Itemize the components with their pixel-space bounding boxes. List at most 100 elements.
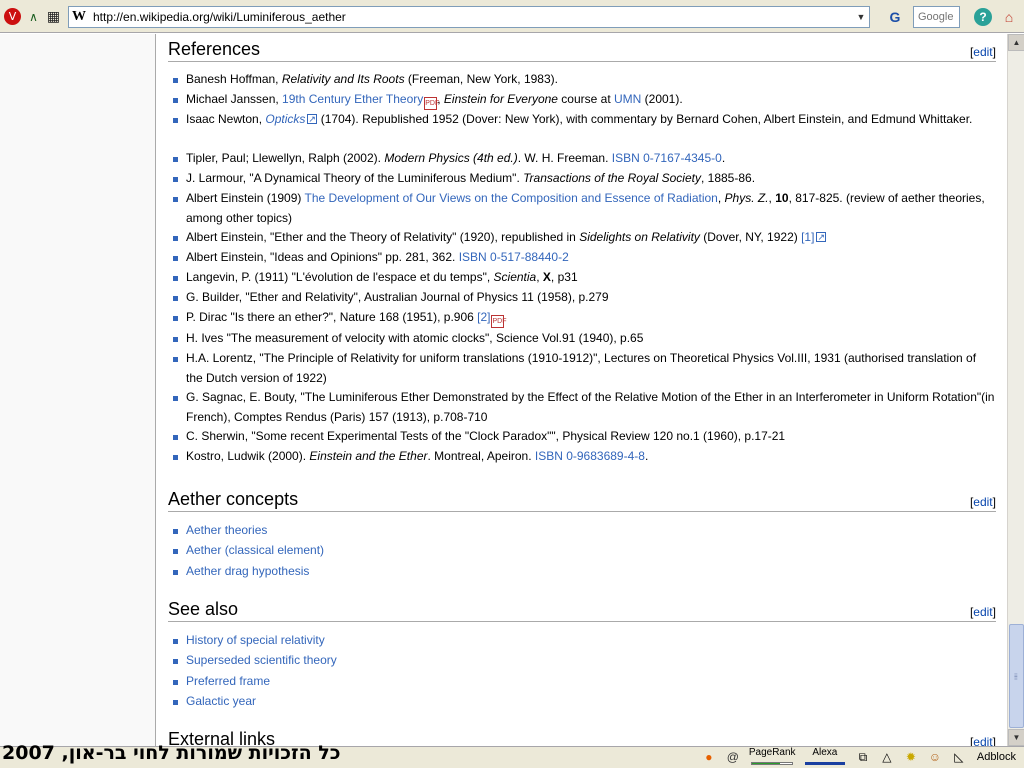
section-title: References	[168, 39, 261, 59]
at-sign-icon[interactable]: @	[724, 749, 742, 765]
pages-icon[interactable]: ⧉	[854, 749, 872, 765]
grid-icon[interactable]: ▦	[45, 8, 62, 25]
reference-link[interactable]: ISBN 0-9683689-4-8	[535, 449, 645, 463]
chevron-down-icon[interactable]: ▼	[853, 7, 869, 27]
aether-concepts-heading: Aether concepts [edit]	[168, 486, 996, 512]
reference-text: Langevin, P. (1911) "L'évolution de l'es…	[186, 270, 494, 284]
edit-external-link[interactable]: edit	[973, 735, 992, 746]
smiley-icon[interactable]: ☺	[926, 749, 944, 765]
reference-text: Scientia	[493, 270, 537, 284]
reference-text: , 1885-86.	[700, 171, 756, 185]
vertical-scrollbar[interactable]: ▲ ≡ ≡ ▼	[1007, 34, 1024, 746]
url-text[interactable]: http://en.wikipedia.org/wiki/Luminiferou…	[89, 10, 853, 24]
edit-concepts-link[interactable]: edit	[973, 495, 992, 509]
pdf-icon: PDF	[424, 97, 439, 110]
see-also-heading: See also [edit]	[168, 596, 996, 622]
status-icons: ● @ PageRank Alexa ⧉ △ ✹ ☺ ◺ Adblock	[697, 748, 1024, 766]
scroll-up-button[interactable]: ▲	[1008, 34, 1024, 51]
scroll-thumb[interactable]: ≡ ≡	[1009, 624, 1024, 728]
reference-text: course at	[557, 92, 614, 106]
pagerank-label: PageRank	[748, 747, 796, 758]
sun-icon[interactable]: ✹	[902, 749, 920, 765]
reference-text: .	[644, 449, 649, 463]
reference-text: (1704). Republished 1952 (Dover: New Yor…	[317, 112, 973, 126]
reference-item: G. Sagnac, E. Bouty, "The Luminiferous E…	[173, 388, 996, 427]
reference-link[interactable]: The Development of Our Views on the Comp…	[305, 191, 718, 205]
list-item: History of special relativity	[173, 631, 996, 651]
sidebar-column	[0, 34, 156, 746]
reference-text: Modern Physics (4th ed.)	[384, 151, 518, 165]
references-section: References [edit]	[168, 36, 996, 62]
wikipedia-favicon-icon: W	[72, 9, 86, 24]
address-bar[interactable]: W http://en.wikipedia.org/wiki/Luminifer…	[68, 6, 870, 28]
reference-text: Michael Janssen,	[186, 92, 283, 106]
reference-text: C. Sherwin, "Some recent Experimental Te…	[186, 429, 786, 443]
reference-item: H.A. Lorentz, "The Principle of Relativi…	[173, 349, 996, 388]
reference-link[interactable]: UMN	[614, 92, 641, 106]
reference-text: Relativity and Its Roots	[281, 72, 405, 86]
google-search-input[interactable]	[914, 7, 959, 27]
firefox-icon[interactable]: ●	[700, 749, 718, 765]
reference-text: J. Larmour, "A Dynamical Theory of the L…	[186, 171, 524, 185]
list-item: Preferred frame	[173, 672, 996, 692]
reference-link[interactable]: Opticks	[265, 112, 305, 126]
alexa-bar	[804, 762, 845, 765]
alexa-widget[interactable]: Alexa	[803, 748, 847, 766]
edit-link: [edit]	[969, 495, 996, 509]
article-link[interactable]: Aether drag hypothesis	[186, 564, 309, 578]
reference-link[interactable]: ISBN 0-7167-4345-0	[612, 151, 722, 165]
reference-text: Kostro, Ludwik (2000).	[186, 449, 310, 463]
article-link[interactable]: Aether theories	[186, 523, 267, 537]
reference-item: Langevin, P. (1911) "L'évolution de l'es…	[173, 268, 996, 288]
resize-icon[interactable]: ◺	[950, 749, 968, 765]
reference-text: P. Dirac "Is there an ether?", Nature 16…	[186, 310, 478, 324]
triangle-icon[interactable]: △	[878, 749, 896, 765]
help-icon[interactable]: ?	[974, 8, 992, 26]
edit-see-also-link[interactable]: edit	[973, 605, 992, 619]
reference-link[interactable]: [1]	[801, 230, 814, 244]
reference-link[interactable]: ISBN 0-517-88440-2	[459, 250, 569, 264]
reference-text: Banesh Hoffman,	[186, 72, 282, 86]
article-link[interactable]: Superseded scientific theory	[186, 653, 337, 667]
list-item: Galactic year	[173, 692, 996, 712]
reference-text: .	[721, 151, 726, 165]
reference-text: Einstein and the Ether	[309, 449, 428, 463]
article-link[interactable]: Aether (classical element)	[186, 543, 324, 557]
pdf-icon: PDF	[491, 315, 506, 328]
article-link[interactable]: Galactic year	[186, 694, 256, 708]
reference-text: H. Ives "The measurement of velocity wit…	[186, 331, 644, 345]
reference-item: Isaac Newton, Opticks (1704). Republishe…	[173, 110, 996, 130]
reference-item: G. Builder, "Ether and Relativity", Aust…	[173, 288, 996, 308]
section-title: See also	[168, 599, 239, 619]
reference-text: . Montreal, Apeiron.	[427, 449, 535, 463]
references-heading: References [edit]	[168, 36, 996, 62]
edit-references-link[interactable]: edit	[973, 45, 992, 59]
reference-text: Tipler, Paul; Llewellyn, Ralph (2002).	[186, 151, 385, 165]
alexa-label: Alexa	[812, 747, 838, 758]
pagerank-widget[interactable]: PageRank	[748, 747, 796, 766]
reference-text: Transactions of the Royal Society	[523, 171, 701, 185]
reference-link[interactable]: 19th Century Ether Theory	[282, 92, 423, 106]
reference-text: Einstein for Everyone	[443, 92, 558, 106]
article-link[interactable]: Preferred frame	[186, 674, 270, 688]
see-also-section: See also [edit]	[168, 596, 996, 622]
list-item: Superseded scientific theory	[173, 651, 996, 671]
scroll-down-button[interactable]: ▼	[1008, 729, 1024, 746]
reference-item: C. Sherwin, "Some recent Experimental Te…	[173, 427, 996, 447]
google-search-box[interactable]	[913, 6, 960, 28]
reference-text: Albert Einstein, "Ideas and Opinions" pp…	[186, 250, 459, 264]
reference-item: Michael Janssen, 19th Century Ether Theo…	[173, 90, 996, 110]
reference-text: ,	[536, 270, 543, 284]
stats-icon[interactable]: ∧	[25, 8, 42, 25]
reference-item: Kostro, Ludwik (2000). Einstein and the …	[173, 447, 996, 467]
search-engine-icon[interactable]: G	[883, 7, 907, 27]
reference-item: Tipler, Paul; Llewellyn, Ralph (2002). M…	[173, 149, 996, 169]
pagerank-fill	[751, 763, 780, 764]
reference-link[interactable]: [2]	[477, 310, 490, 324]
reference-text: Sidelights on Relativity	[579, 230, 700, 244]
article-link[interactable]: History of special relativity	[186, 633, 325, 647]
adblock-label[interactable]: Adblock	[977, 751, 1016, 763]
home-icon[interactable]: ⌂	[1000, 8, 1018, 26]
opera-icon[interactable]: V	[4, 8, 21, 25]
reference-text: (Dover, NY, 1922)	[699, 230, 802, 244]
